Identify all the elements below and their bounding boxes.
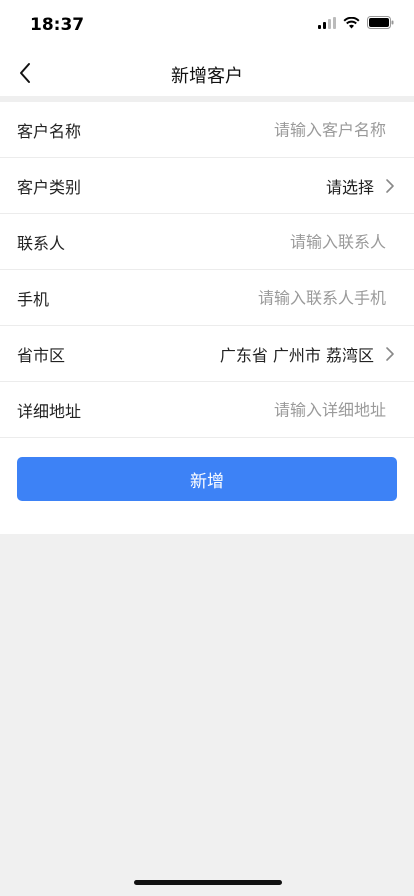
contact-label: 联系人 [17, 233, 66, 253]
address-row: 详细地址 [0, 382, 414, 438]
address-label: 详细地址 [17, 401, 82, 421]
battery-icon [367, 16, 394, 29]
page-title: 新增客户 [171, 66, 243, 87]
region-select[interactable]: 广东省 广州市 荔湾区 [220, 342, 374, 366]
customer-name-input[interactable] [166, 120, 386, 139]
home-indicator [134, 880, 282, 885]
status-icons [318, 16, 394, 29]
chevron-right-icon [386, 178, 394, 193]
address-input[interactable] [166, 400, 386, 419]
customer-name-label: 客户名称 [17, 121, 82, 141]
signal-icon [318, 16, 336, 29]
status-bar: 18:37 [0, 0, 414, 50]
phone-input[interactable] [166, 288, 386, 307]
phone-label: 手机 [17, 289, 50, 309]
phone-row: 手机 [0, 270, 414, 326]
region-row[interactable]: 省市区 广东省 广州市 荔湾区 [0, 326, 414, 382]
contact-row: 联系人 [0, 214, 414, 270]
status-time: 18:37 [30, 15, 85, 35]
customer-type-select[interactable]: 请选择 [326, 174, 374, 198]
region-label: 省市区 [17, 345, 66, 365]
customer-type-row[interactable]: 客户类别 请选择 [0, 158, 414, 214]
customer-name-row: 客户名称 [0, 102, 414, 158]
customer-form: 客户名称 客户类别 请选择 联系人 手机 省市区 广东省 广州市 荔湾区 详细地… [0, 102, 414, 534]
add-customer-button[interactable]: 新增 [17, 457, 397, 501]
wifi-icon [343, 16, 360, 28]
contact-input[interactable] [166, 232, 386, 251]
customer-type-label: 客户类别 [17, 177, 82, 197]
navigation-bar: 新增客户 [0, 50, 414, 96]
chevron-right-icon [386, 346, 394, 361]
